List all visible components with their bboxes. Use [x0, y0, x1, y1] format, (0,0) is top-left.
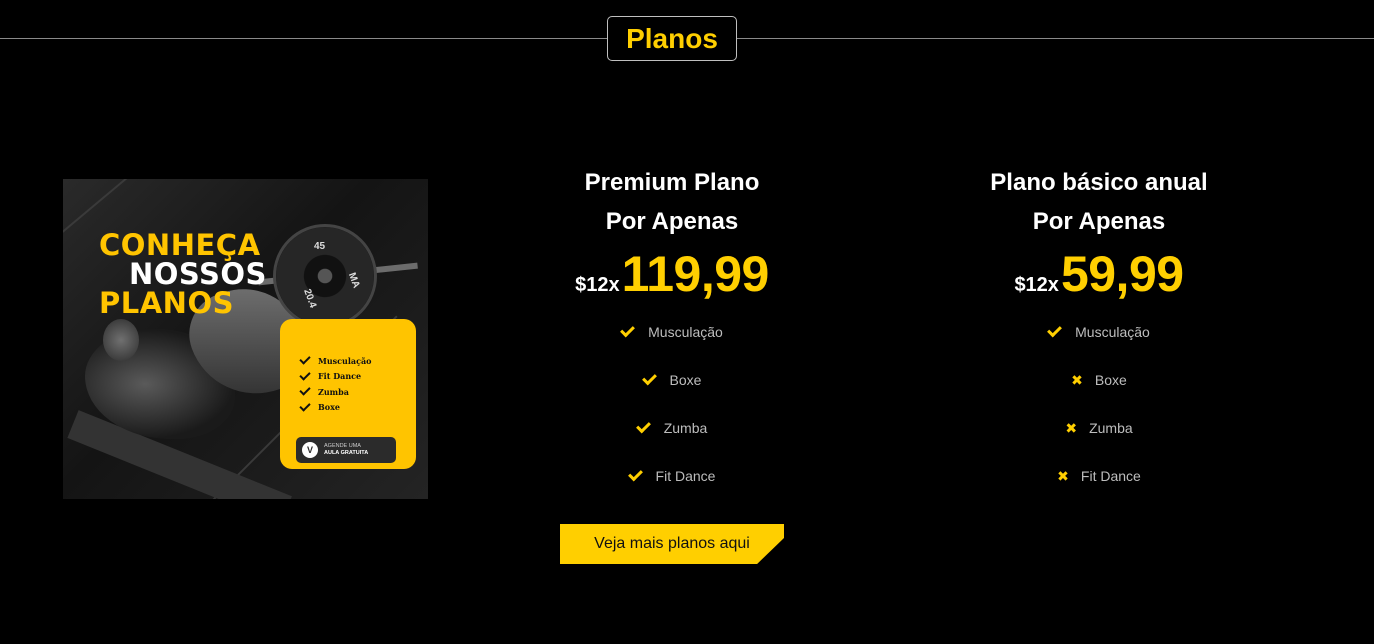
- check-icon: [299, 384, 311, 396]
- cross-icon: ✖: [1071, 372, 1083, 388]
- plan-price-value: 119,99: [621, 246, 770, 302]
- check-icon: [641, 370, 657, 386]
- check-icon: [299, 400, 311, 412]
- section-title: Planos: [607, 16, 737, 61]
- promo-headline-line: CONHEÇA: [99, 228, 261, 262]
- plan-name: Premium Plano: [584, 169, 760, 196]
- promo-features-card: Musculação Fit Dance Zumba Boxe V AGENDE…: [280, 319, 416, 469]
- plan-features-list: Musculação Boxe Zumba Fit Dance: [560, 308, 784, 500]
- plan-feature-label: Zumba: [663, 420, 708, 436]
- promo-features-list: Musculação Fit Dance Zumba Boxe: [299, 353, 372, 416]
- plan-subtitle: Por Apenas: [605, 208, 739, 235]
- promo-cta-line: AULA GRATUITA: [324, 450, 369, 456]
- plan-price-value: 59,99: [1060, 246, 1184, 302]
- check-icon: [627, 466, 643, 482]
- promo-feature-item: Musculação: [299, 353, 372, 369]
- plate-label: MA: [345, 271, 362, 290]
- plan-feature-label: Boxe: [1094, 372, 1127, 388]
- promo-cta-text: AGENDE UMA AULA GRATUITA: [324, 443, 368, 457]
- plan-price: $12x 59,99: [970, 245, 1228, 305]
- plan-card-premium: Premium Plano Por Apenas $12x 119,99 Mus…: [560, 163, 784, 500]
- brand-logo-icon: V: [302, 442, 318, 458]
- plan-name: Plano básico anual: [990, 169, 1208, 196]
- plan-feature-item: ✖ Boxe: [970, 356, 1228, 404]
- plan-installments: $12x: [1014, 274, 1059, 296]
- promo-feature-item: Zumba: [299, 384, 371, 400]
- check-icon: [1047, 322, 1063, 338]
- promo-headline: CONHEÇA NOSSOS PLANOS: [99, 231, 267, 318]
- weight-plate: 45 20.4 MA: [273, 224, 377, 328]
- check-icon: [299, 369, 311, 381]
- check-icon: [635, 418, 651, 434]
- plan-installments: $12x: [575, 274, 620, 296]
- promo-feature-label: Zumba: [318, 386, 349, 397]
- athlete-head: [103, 319, 139, 361]
- promo-feature-item: Boxe: [299, 400, 371, 416]
- plan-feature-label: Fit Dance: [655, 468, 716, 484]
- plan-feature-item: Musculação: [560, 308, 784, 356]
- promo-feature-label: Musculação: [318, 355, 372, 366]
- check-icon: [299, 353, 311, 365]
- see-more-plans-button[interactable]: Veja mais planos aqui: [560, 524, 784, 564]
- promo-cta-badge: V AGENDE UMA AULA GRATUITA: [296, 437, 396, 463]
- check-icon: [620, 322, 636, 338]
- plan-feature-item: Boxe: [560, 356, 784, 404]
- promo-cta-line: AGENDE UMA: [324, 443, 361, 449]
- plan-feature-item: ✖ Fit Dance: [970, 452, 1228, 500]
- plan-card-basic-annual: Plano básico anual Por Apenas $12x 59,99…: [970, 163, 1228, 500]
- plate-label: 45: [314, 241, 326, 252]
- promo-feature-label: Fit Dance: [318, 371, 362, 382]
- cross-icon: ✖: [1065, 420, 1078, 436]
- plan-features-list: Musculação ✖ Boxe ✖ Zumba ✖ Fit Dance: [970, 308, 1228, 500]
- plan-feature-label: Fit Dance: [1080, 468, 1141, 484]
- plan-feature-item: Musculação: [970, 308, 1228, 356]
- plan-feature-item: ✖ Zumba: [970, 404, 1228, 452]
- promo-image: 45 20.4 MA CONHEÇA NOSSOS PLANOS Muscula…: [63, 179, 428, 499]
- plan-feature-item: Zumba: [560, 404, 784, 452]
- plan-feature-item: Fit Dance: [560, 452, 784, 500]
- plan-feature-label: Zumba: [1089, 420, 1133, 436]
- plan-subtitle: Por Apenas: [1032, 208, 1166, 235]
- plan-feature-label: Boxe: [669, 372, 702, 388]
- plate-label: 20.4: [301, 287, 319, 310]
- plan-feature-label: Musculação: [648, 324, 723, 340]
- promo-feature-item: Fit Dance: [299, 369, 371, 385]
- promo-feature-label: Boxe: [318, 402, 340, 413]
- cross-icon: ✖: [1057, 468, 1069, 484]
- plan-feature-label: Musculação: [1075, 324, 1150, 340]
- plan-price: $12x 119,99: [560, 245, 784, 305]
- promo-headline-line: NOSSOS: [129, 257, 267, 291]
- promo-headline-line: PLANOS: [99, 286, 234, 320]
